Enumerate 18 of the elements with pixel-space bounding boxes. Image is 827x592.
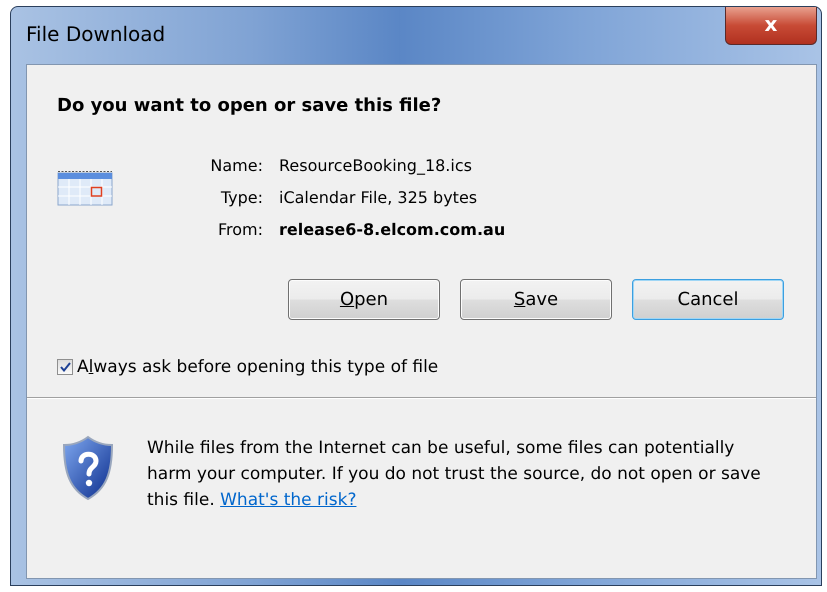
close-button[interactable]: x [725,7,817,45]
dialog-button[interactable]: Cancel [632,279,784,320]
warning-text: While files from the Internet can be useful, some files can potentially harm your computer. If you do not trust the source, do not open or save this file. What's the risk? [147,437,762,512]
calendar-icon [57,170,113,206]
field-label: Name: [209,156,263,175]
field-value: iCalendar File, 325 bytes [279,188,478,207]
checkbox[interactable] [57,359,73,375]
dialog-button[interactable]: Save [460,279,612,320]
risk-link[interactable]: What's the risk? [220,490,356,510]
field-value: release6-8.elcom.com.au [279,220,506,239]
shield-question-icon [62,435,114,501]
field-label: Type: [220,188,263,207]
field-value: ResourceBooking_18.ics [279,156,473,175]
field-label: From: [216,220,263,239]
dialog-button[interactable]: Open [288,279,440,320]
checkbox-label[interactable]: Always ask before opening this type of file [77,357,438,377]
window-title: File Download [26,22,166,46]
dialog-heading: Do you want to open or save this file? [57,95,442,116]
